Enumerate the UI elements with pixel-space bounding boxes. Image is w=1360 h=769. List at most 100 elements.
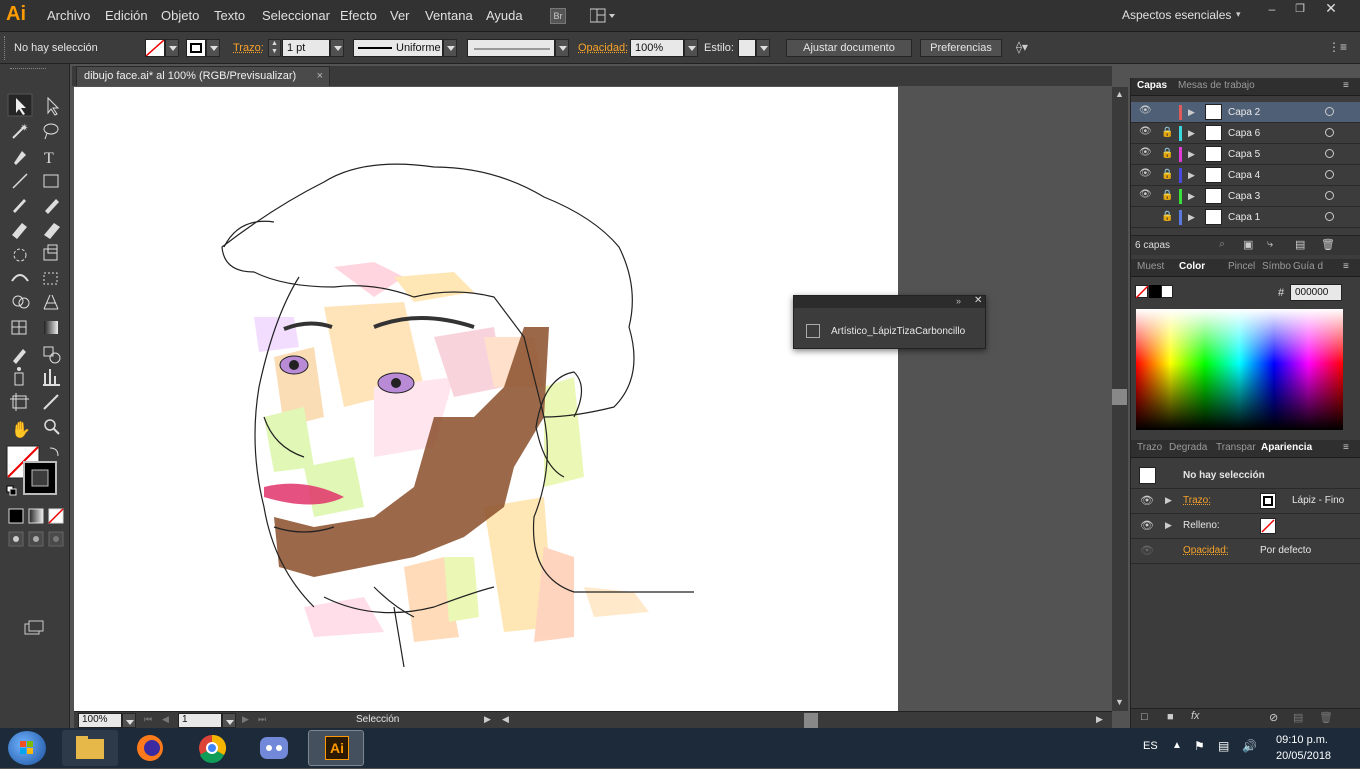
- target-icon[interactable]: [1325, 212, 1334, 221]
- free-transform-tool[interactable]: [43, 272, 58, 285]
- bridge-button[interactable]: Br: [550, 8, 566, 24]
- expand-triangle-icon[interactable]: ▶: [1188, 191, 1195, 202]
- tab-brushes[interactable]: Pincel: [1228, 261, 1255, 272]
- workspace-switcher[interactable]: Aspectos esenciales: [1122, 8, 1231, 22]
- close-tab-icon[interactable]: ×: [317, 70, 323, 82]
- paintbrush-tool[interactable]: [13, 199, 26, 213]
- taskbar-discord[interactable]: [246, 730, 302, 766]
- expand-triangle-icon[interactable]: ▶: [1188, 107, 1195, 118]
- first-artboard-icon[interactable]: ⏮: [144, 714, 152, 725]
- width-tool[interactable]: [11, 274, 29, 282]
- color-mode-button[interactable]: [8, 508, 24, 524]
- tab-layers[interactable]: Capas: [1137, 80, 1167, 91]
- layer-row[interactable]: 👁 🔒 ▶ Capa 6: [1131, 123, 1360, 144]
- menu-ver[interactable]: Ver: [390, 8, 410, 23]
- horizontal-scroll-thumb[interactable]: [804, 713, 818, 728]
- target-icon[interactable]: [1325, 191, 1334, 200]
- menu-ayuda[interactable]: Ayuda: [486, 8, 523, 23]
- eyedropper-tool[interactable]: [13, 349, 26, 364]
- locate-object-icon[interactable]: ⌕: [1219, 238, 1225, 251]
- stroke-profile[interactable]: Uniforme: [353, 39, 443, 57]
- stroke-label[interactable]: Trazo:: [233, 42, 264, 54]
- symbol-sprayer-tool[interactable]: [14, 367, 24, 386]
- transform-icon[interactable]: ⟠▾: [1016, 40, 1046, 56]
- expand-triangle-icon[interactable]: ▶: [1165, 495, 1172, 506]
- layer-name[interactable]: Capa 2: [1228, 107, 1260, 118]
- artboard-dropdown[interactable]: [222, 713, 236, 728]
- vertical-scrollbar[interactable]: ▲ ▼: [1112, 87, 1128, 711]
- menu-objeto[interactable]: Objeto: [161, 8, 199, 23]
- draw-normal-button[interactable]: [8, 531, 24, 547]
- rotate-tool[interactable]: [13, 248, 27, 262]
- tab-color[interactable]: Color: [1179, 261, 1205, 272]
- adjust-document-button[interactable]: Ajustar documento: [786, 39, 912, 57]
- opacity-label[interactable]: Opacidad:: [578, 42, 628, 54]
- direct-selection-tool[interactable]: [47, 96, 60, 116]
- black-color-chip[interactable]: [1149, 285, 1161, 298]
- scroll-left-icon[interactable]: ◀: [502, 714, 509, 725]
- new-layer-icon[interactable]: ▤: [1295, 238, 1305, 251]
- mesh-tool[interactable]: [11, 320, 27, 335]
- layer-row[interactable]: 👁 🔒 ▶ Capa 4: [1131, 165, 1360, 186]
- stroke-stepper[interactable]: ▲ ▼: [268, 39, 281, 57]
- perspective-grid-tool[interactable]: [43, 294, 59, 310]
- lock-icon[interactable]: 🔒: [1161, 148, 1173, 159]
- gradient-mode-button[interactable]: [28, 508, 44, 524]
- layer-row[interactable]: 👁 ▶ Capa 2: [1131, 102, 1360, 123]
- tab-color-guide[interactable]: Guía d: [1293, 261, 1323, 272]
- scale-tool[interactable]: [43, 244, 58, 261]
- next-artboard-icon[interactable]: ▶: [242, 714, 249, 725]
- lock-icon[interactable]: 🔒: [1161, 211, 1173, 222]
- stroke-weight-field[interactable]: 1 pt: [282, 39, 330, 57]
- scroll-right-icon[interactable]: ▶: [1096, 714, 1103, 725]
- brush-dropdown[interactable]: [555, 39, 569, 57]
- network-icon[interactable]: ▤: [1218, 739, 1229, 753]
- none-color-chip[interactable]: [1135, 285, 1149, 299]
- appearance-opacity-row[interactable]: 👁 Opacidad: Por defecto: [1131, 539, 1360, 564]
- visibility-eye-icon[interactable]: 👁: [1140, 519, 1154, 532]
- target-icon[interactable]: [1325, 107, 1334, 116]
- hand-tool[interactable]: ✋: [11, 420, 31, 439]
- layers-panel-menu-icon[interactable]: ≡: [1343, 80, 1349, 91]
- visibility-eye-icon[interactable]: 👁: [1139, 168, 1152, 179]
- pencil-tool[interactable]: [45, 199, 59, 214]
- none-mode-button[interactable]: [48, 508, 64, 524]
- lasso-tool[interactable]: [43, 123, 59, 140]
- appearance-fill-row[interactable]: 👁 ▶ Relleno:: [1131, 514, 1360, 539]
- layer-name[interactable]: Capa 1: [1228, 212, 1260, 223]
- artboard[interactable]: [74, 87, 898, 711]
- expand-triangle-icon[interactable]: ▶: [1188, 149, 1195, 160]
- color-spectrum[interactable]: [1136, 309, 1343, 430]
- style-dropdown[interactable]: [756, 39, 770, 57]
- visibility-eye-icon[interactable]: 👁: [1140, 544, 1154, 557]
- appearance-stroke-label[interactable]: Trazo:: [1183, 495, 1211, 506]
- prev-artboard-icon[interactable]: ◀: [162, 714, 169, 725]
- zoom-field[interactable]: 100%: [78, 713, 122, 728]
- volume-icon[interactable]: 🔊: [1242, 739, 1257, 753]
- profile-dropdown[interactable]: [443, 39, 457, 57]
- pen-tool[interactable]: [14, 151, 26, 165]
- arrange-documents-button[interactable]: [589, 8, 616, 24]
- layer-name[interactable]: Capa 3: [1228, 191, 1260, 202]
- tray-expand-icon[interactable]: ▲: [1172, 740, 1182, 751]
- zoom-dropdown[interactable]: [122, 713, 136, 728]
- duplicate-item-icon[interactable]: ▤: [1293, 711, 1303, 724]
- draw-behind-button[interactable]: [28, 531, 44, 547]
- brush-definition[interactable]: [467, 39, 555, 57]
- taskbar-firefox[interactable]: [122, 730, 178, 766]
- target-icon[interactable]: [1325, 149, 1334, 158]
- tab-appearance[interactable]: Apariencia: [1261, 442, 1312, 453]
- fill-dropdown[interactable]: [165, 39, 179, 57]
- close-window-button[interactable]: ✕: [1316, 0, 1346, 18]
- document-tab[interactable]: dibujo face.ai* al 100% (RGB/Previsualiz…: [76, 66, 330, 86]
- blend-tool[interactable]: [43, 346, 61, 364]
- expand-triangle-icon[interactable]: ▶: [1165, 520, 1172, 531]
- scroll-thumb[interactable]: [1112, 389, 1127, 405]
- appearance-stroke-value[interactable]: Lápiz - Fino: [1292, 495, 1344, 506]
- taskbar-chrome[interactable]: [184, 730, 240, 766]
- zoom-tool[interactable]: [44, 419, 60, 435]
- artboard-tool[interactable]: [10, 393, 29, 411]
- minimize-button[interactable]: ‒: [1258, 2, 1286, 18]
- layer-row[interactable]: 🔒 ▶ Capa 1: [1131, 207, 1360, 228]
- expand-triangle-icon[interactable]: ▶: [1188, 212, 1195, 223]
